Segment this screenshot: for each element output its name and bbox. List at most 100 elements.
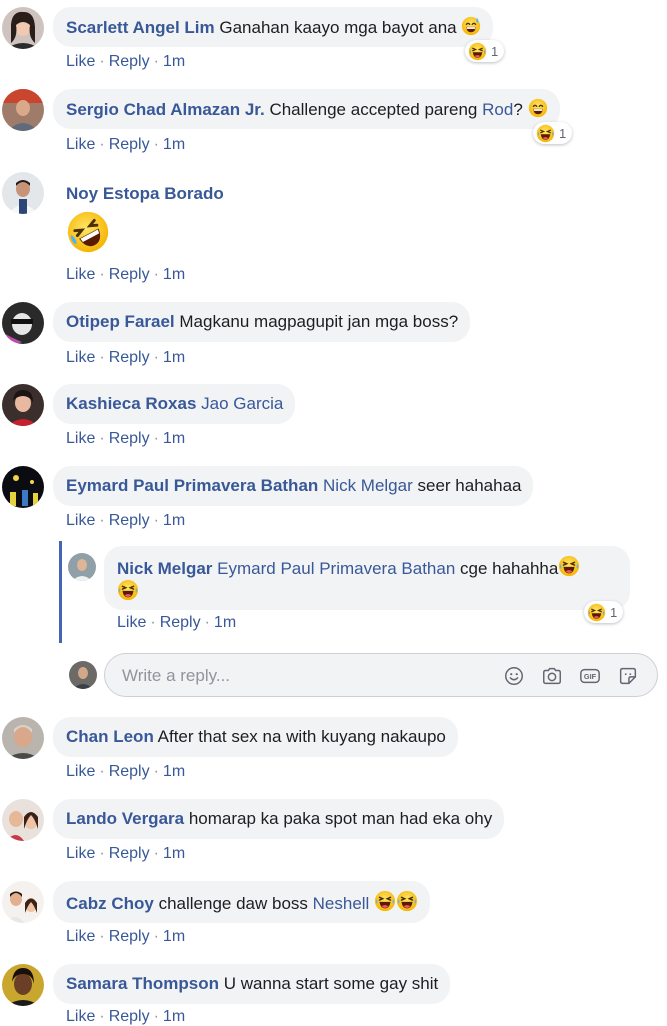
comment-author[interactable]: Sergio Chad Almazan Jr. (66, 100, 265, 119)
rofl-emoji (66, 210, 110, 254)
reply-link[interactable]: Reply (109, 845, 150, 862)
comment-actions: Like · Reply · 1m (66, 928, 186, 945)
comment-author[interactable]: Noy Estopa Borado (66, 183, 224, 204)
reply-link[interactable]: Reply (109, 349, 150, 366)
comment-bubble: Samara Thompson U wanna start some gay s… (53, 964, 451, 1004)
avatar[interactable] (2, 799, 44, 841)
like-link[interactable]: Like (66, 1008, 95, 1025)
comment-author[interactable]: Samara Thompson (66, 974, 219, 993)
like-link[interactable]: Like (66, 512, 95, 529)
comment-bubble: Lando Vergara homarap ka paka spot man h… (53, 799, 505, 839)
reaction-count[interactable]: 1 (465, 40, 505, 62)
timestamp[interactable]: 1m (163, 845, 185, 862)
comment-actions: Like · Reply · 1m (66, 430, 186, 447)
comment-bubble: Cabz Choy challenge daw boss Neshell (53, 881, 431, 923)
tagged-user[interactable]: Eymard Paul Primavera Bathan (217, 559, 455, 578)
timestamp[interactable]: 1m (163, 512, 185, 529)
like-link[interactable]: Like (66, 430, 95, 447)
comment-actions: Like · Reply · 1m (66, 266, 186, 283)
timestamp[interactable]: 1m (163, 763, 185, 780)
avatar[interactable] (2, 384, 44, 426)
like-link[interactable]: Like (66, 266, 95, 283)
gif-icon[interactable]: GIF (579, 665, 601, 687)
reply-link[interactable]: Reply (109, 53, 150, 70)
reply-link[interactable]: Reply (109, 1008, 150, 1025)
avatar[interactable] (2, 172, 44, 214)
comment-author[interactable]: Lando Vergara (66, 809, 184, 828)
like-link[interactable]: Like (66, 349, 95, 366)
reply-box[interactable]: GIF (104, 653, 658, 698)
emoji-icon[interactable] (503, 665, 525, 687)
like-link[interactable]: Like (117, 614, 146, 631)
sticker-icon[interactable] (617, 665, 639, 687)
reply-input[interactable] (120, 654, 484, 698)
avatar[interactable] (68, 553, 96, 581)
reply-link[interactable]: Reply (109, 512, 150, 529)
comment-text: challenge daw boss (158, 894, 308, 913)
comment-author[interactable]: Cabz Choy (66, 894, 154, 913)
reply-bubble: Nick Melgar Eymard Paul Primavera Bathan… (104, 546, 630, 610)
reply-link[interactable]: Reply (109, 763, 150, 780)
comment-text: After that sex na with kuyang nakaupo (157, 727, 446, 746)
comment-actions: Like · Reply · 1m (66, 845, 186, 862)
avatar[interactable] (2, 881, 44, 923)
timestamp[interactable]: 1m (163, 53, 185, 70)
tagged-user[interactable]: Jao Garcia (201, 394, 283, 413)
like-link[interactable]: Like (66, 928, 95, 945)
reaction-count[interactable]: 1 (584, 601, 624, 623)
comment-text: seer hahahaa (417, 476, 522, 495)
timestamp[interactable]: 1m (163, 430, 185, 447)
tagged-user[interactable]: Nick Melgar (323, 476, 413, 495)
thread-line (59, 541, 62, 643)
reply-link[interactable]: Reply (109, 928, 150, 945)
reply-author[interactable]: Nick Melgar (117, 559, 212, 578)
comment-bubble: Eymard Paul Primavera Bathan Nick Melgar… (53, 466, 534, 506)
comment-text: Magkanu magpagupit jan mga boss? (179, 312, 459, 331)
comment-author[interactable]: Kashieca Roxas (66, 394, 196, 413)
timestamp[interactable]: 1m (163, 1008, 185, 1025)
like-link[interactable]: Like (66, 136, 95, 153)
timestamp[interactable]: 1m (163, 349, 185, 366)
reply-link[interactable]: Reply (109, 430, 150, 447)
reply-text: cge hahahha (460, 559, 559, 578)
timestamp[interactable]: 1m (163, 136, 185, 153)
laughing-emoji (117, 579, 139, 601)
svg-text:GIF: GIF (584, 672, 597, 681)
comment-author[interactable]: Otipep Farael (66, 312, 175, 331)
comment-author[interactable]: Chan Leon (66, 727, 154, 746)
camera-icon[interactable] (541, 665, 563, 687)
comment-bubble: Sergio Chad Almazan Jr. Challenge accept… (53, 89, 560, 129)
comment-bubble: Otipep Farael Magkanu magpagupit jan mga… (53, 302, 471, 342)
comment-actions: Like · Reply · 1m (66, 136, 186, 153)
comment-actions: Like · Reply · 1m (66, 53, 186, 70)
tagged-user[interactable]: Neshell (313, 894, 370, 913)
timestamp[interactable]: 1m (163, 266, 185, 283)
comment-actions: Like · Reply · 1m (66, 763, 186, 780)
avatar[interactable] (2, 7, 44, 49)
reply-link[interactable]: Reply (109, 136, 150, 153)
comment-author[interactable]: Scarlett Angel Lim (66, 18, 215, 37)
reaction-count[interactable]: 1 (533, 122, 573, 144)
tagged-user[interactable]: Rod (482, 100, 513, 119)
laughing-emoji (374, 890, 396, 912)
reply-link[interactable]: Reply (109, 266, 150, 283)
like-link[interactable]: Like (66, 53, 95, 70)
comment-bubble: Chan Leon After that sex na with kuyang … (53, 717, 458, 757)
reply-link[interactable]: Reply (160, 614, 201, 631)
avatar[interactable] (2, 302, 44, 344)
laughing-emoji (587, 602, 606, 622)
like-link[interactable]: Like (66, 845, 95, 862)
comment-text: U wanna start some gay shit (223, 974, 439, 993)
avatar[interactable] (2, 89, 44, 131)
timestamp[interactable]: 1m (163, 928, 185, 945)
avatar[interactable] (2, 964, 44, 1006)
comment-text: homarap ka paka spot man had eka ohy (188, 809, 493, 828)
comment-actions: Like · Reply · 1m (66, 349, 186, 366)
comment-text-after: ? (513, 100, 523, 119)
like-link[interactable]: Like (66, 763, 95, 780)
timestamp[interactable]: 1m (214, 614, 236, 631)
avatar[interactable] (2, 717, 44, 759)
avatar[interactable] (2, 466, 44, 508)
comment-text: Ganahan kaayo mga bayot ana (219, 18, 457, 37)
comment-author[interactable]: Eymard Paul Primavera Bathan (66, 476, 318, 495)
